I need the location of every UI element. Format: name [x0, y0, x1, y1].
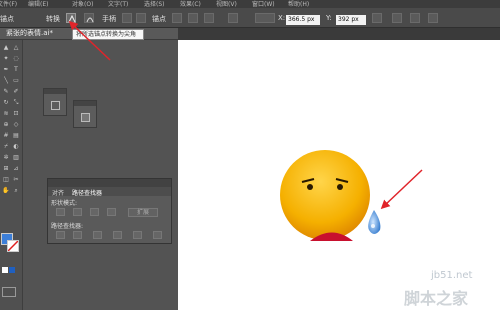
watermark-site: jb51.net — [431, 270, 473, 281]
arrow-to-convert-icon — [68, 20, 111, 61]
watermark-name: 脚本之家 — [404, 289, 469, 308]
arrow-to-tear — [380, 169, 423, 210]
annotation-arrows — [68, 20, 423, 210]
